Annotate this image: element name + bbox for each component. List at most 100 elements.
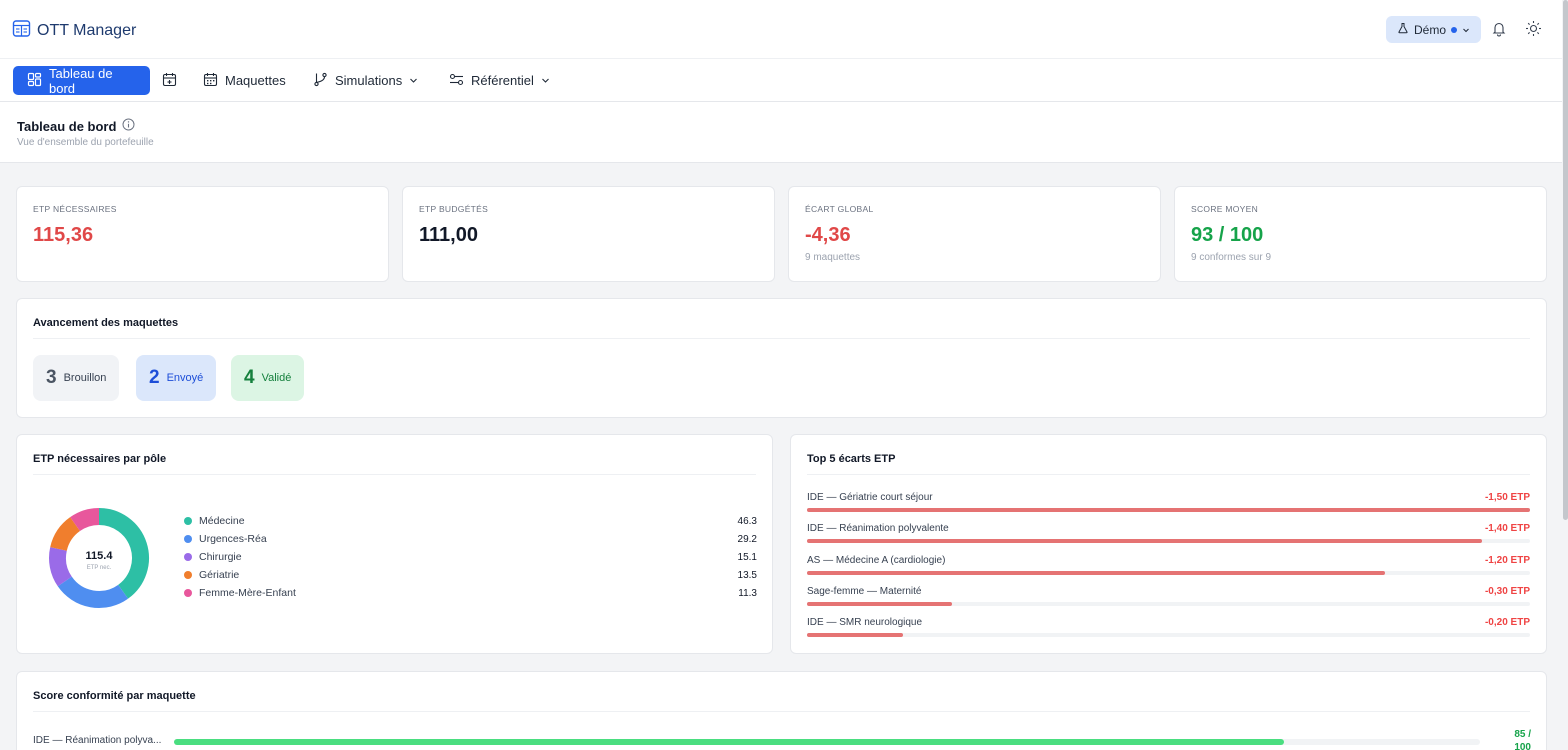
- sun-icon[interactable]: [1525, 20, 1542, 42]
- gap-value: -0,30 ETP: [1484, 586, 1530, 597]
- poles-card: ETP nécessaires par pôle 115.4 ETP nec. …: [16, 434, 773, 654]
- app-title: OTT Manager: [37, 22, 137, 39]
- legend-name: Médecine: [199, 515, 245, 527]
- score-bar: [174, 739, 1285, 745]
- brand[interactable]: OTT Manager: [12, 19, 136, 43]
- nav-tab-maquettes[interactable]: Maquettes: [193, 66, 296, 95]
- legend-swatch: [184, 571, 192, 579]
- kpi-sub: 9 maquettes: [805, 252, 861, 263]
- gap-name: IDE — SMR neurologique: [807, 617, 923, 628]
- poles-title: ETP nécessaires par pôle: [33, 453, 167, 465]
- kpi-card-etp-necessaires: ETP NÉCESSAIRES 115,36: [16, 186, 389, 282]
- flask-icon: [1397, 22, 1409, 37]
- kpi-value: 93 / 100: [1191, 224, 1264, 246]
- legend-name: Urgences-Réa: [199, 533, 267, 545]
- legend-swatch: [184, 517, 192, 525]
- gap-row[interactable]: IDE — SMR neurologique -0,20 ETP: [807, 617, 1530, 643]
- score-value-line1: 85 /: [1514, 729, 1531, 740]
- donut-slice-1[interactable]: [57, 576, 129, 608]
- top5-card: Top 5 écarts ETP IDE — Gériatrie court s…: [790, 434, 1547, 654]
- score-track: [174, 739, 1480, 745]
- nav-tab-simulations[interactable]: Simulations: [303, 66, 428, 95]
- kpi-label: ÉCART GLOBAL: [805, 204, 874, 214]
- status-count: 3: [46, 367, 57, 388]
- gap-row[interactable]: IDE — Gériatrie court séjour -1,50 ETP: [807, 492, 1530, 518]
- nav-tab-referentiel[interactable]: Référentiel: [439, 66, 560, 95]
- status-pill-brouillon[interactable]: 3 Brouillon: [33, 355, 120, 401]
- kpi-value: 115,36: [33, 224, 94, 246]
- chevron-down-icon: [409, 73, 418, 88]
- demo-status-dot: [1451, 26, 1457, 33]
- gap-value: -1,50 ETP: [1484, 492, 1530, 503]
- nav-tab-dashboard[interactable]: Tableau de bord: [13, 66, 150, 96]
- legend-item: Femme-Mère-Enfant 11.3: [184, 586, 757, 600]
- score-value-line2: 100: [1514, 742, 1531, 750]
- gap-row[interactable]: Sage-femme — Maternité -0,30 ETP: [807, 586, 1530, 612]
- legend-item: Urgences-Réa 29.2: [184, 532, 757, 546]
- kpi-label: ETP BUDGÉTÉS: [419, 204, 489, 214]
- gap-row[interactable]: IDE — Réanimation polyvalente -1,40 ETP: [807, 523, 1530, 549]
- legend-value: 15.1: [737, 551, 757, 563]
- info-icon[interactable]: [122, 118, 135, 134]
- kpi-value: 111,00: [419, 224, 478, 246]
- gap-track: [807, 571, 1530, 575]
- kpi-value: -4,36: [805, 224, 851, 246]
- scrollbar-thumb[interactable]: [1563, 0, 1568, 520]
- legend-value: 13.5: [737, 569, 757, 581]
- scores-card: Score conformité par maquette IDE — Réan…: [16, 671, 1547, 750]
- top5-title: Top 5 écarts ETP: [807, 453, 896, 465]
- gap-name: Sage-femme — Maternité: [807, 586, 922, 597]
- kpi-card-ecart-global: ÉCART GLOBAL -4,36 9 maquettes: [788, 186, 1161, 282]
- divider: [33, 711, 1530, 712]
- kpi-card-score-moyen: SCORE MOYEN 93 / 100 9 conformes sur 9: [1174, 186, 1547, 282]
- legend-swatch: [184, 535, 192, 543]
- calendar-icon: [203, 72, 218, 90]
- legend-name: Femme-Mère-Enfant: [199, 587, 296, 599]
- scores-title: Score conformité par maquette: [33, 690, 196, 702]
- bell-icon[interactable]: [1491, 20, 1507, 42]
- settings-sliders-icon: [449, 72, 464, 90]
- gap-value: -1,40 ETP: [1484, 523, 1530, 534]
- dashboard-icon: [27, 72, 42, 90]
- score-name: IDE — Réanimation polyva...: [33, 735, 162, 746]
- nav-label: Référentiel: [471, 73, 534, 88]
- donut-total-label: ETP nec.: [86, 565, 112, 571]
- kpi-label: ETP NÉCESSAIRES: [33, 204, 117, 214]
- kpi-card-etp-budgetes: ETP BUDGÉTÉS 111,00: [402, 186, 775, 282]
- top-bar: OTT Manager Démo: [0, 0, 1562, 59]
- legend-value: 29.2: [737, 533, 757, 545]
- page-title: Tableau de bord: [17, 118, 117, 134]
- calendar-plus-icon: [162, 72, 177, 90]
- gap-track: [807, 633, 1530, 637]
- status-count: 2: [149, 367, 160, 388]
- page-header: Tableau de bord Vue d'ensemble du portef…: [0, 102, 1562, 163]
- legend-swatch: [184, 589, 192, 597]
- status-pill-envoye[interactable]: 2 Envoyé: [136, 355, 217, 401]
- donut-slice-3[interactable]: [50, 517, 81, 552]
- nav-calendar-add[interactable]: [152, 66, 186, 95]
- demo-label: Démo: [1413, 22, 1446, 37]
- legend-item: Gériatrie 13.5: [184, 568, 757, 582]
- gap-track: [807, 539, 1530, 543]
- legend-value: 46.3: [737, 515, 757, 527]
- demo-mode-button[interactable]: Démo: [1386, 16, 1481, 43]
- donut-slice-4[interactable]: [70, 508, 100, 532]
- page-title-row: Tableau de bord: [17, 118, 135, 134]
- donut-total: 115.4: [85, 550, 113, 562]
- gap-name: AS — Médecine A (cardiologie): [807, 555, 946, 566]
- legend-name: Gériatrie: [199, 569, 240, 581]
- gap-name: IDE — Réanimation polyvalente: [807, 523, 949, 534]
- kpi-label: SCORE MOYEN: [1191, 204, 1259, 214]
- gap-name: IDE — Gériatrie court séjour: [807, 492, 933, 503]
- gap-track: [807, 602, 1530, 606]
- status-label: Envoyé: [166, 372, 204, 384]
- status-pill-valide[interactable]: 4 Validé: [231, 355, 305, 401]
- status-label: Validé: [261, 372, 292, 384]
- git-branch-icon: [313, 72, 328, 90]
- gap-value: -1,20 ETP: [1484, 555, 1530, 566]
- page-scrollbar[interactable]: [1562, 0, 1568, 750]
- chevron-down-icon: [1462, 23, 1470, 37]
- page-subtitle: Vue d'ensemble du portefeuille: [17, 137, 154, 148]
- gap-bar: [807, 602, 952, 606]
- gap-row[interactable]: AS — Médecine A (cardiologie) -1,20 ETP: [807, 555, 1530, 581]
